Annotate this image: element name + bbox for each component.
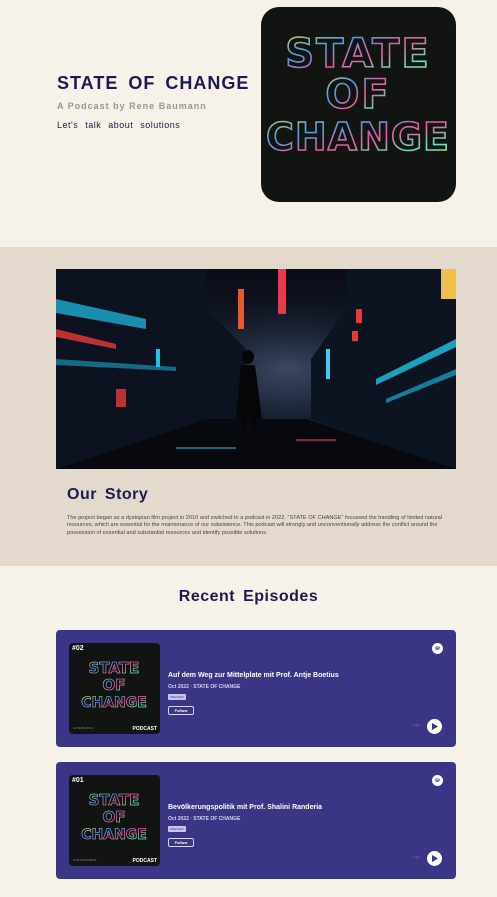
svg-text:CHANGE: CHANGE [81,695,147,711]
episode-meta: Oct 2022 · STATE OF CHANGE [168,816,241,822]
spotify-icon[interactable] [432,643,443,654]
play-icon[interactable] [427,851,442,866]
preview-badge: PREVIEW [168,694,186,700]
preview-badge: PREVIEW [168,826,186,832]
cover-word-3: CHANGE [266,115,450,159]
episode-art-logo: STATE OF CHANGE [81,659,147,712]
episode-title[interactable]: Auf dem Weg zur Mittelplate mit Prof. An… [168,672,339,679]
more-options-icon[interactable]: ··· [413,722,420,729]
episode-art-label: PODCAST [132,726,157,732]
episode-art-label: PODCAST [132,858,157,864]
svg-text:STATE: STATE [89,791,140,809]
cover-word-1: STATE [285,31,430,77]
podcast-cover-art: STATE OF CHANGE [261,7,456,202]
svg-text:OF: OF [103,676,126,694]
episode-art: #01 STATE OF CHANGE SHALINI RANDERIA POD… [69,775,160,866]
podcast-tagline: Let's talk about solutions [57,120,181,130]
follow-button[interactable]: Follow [168,706,194,715]
episode-card[interactable]: #01 STATE OF CHANGE SHALINI RANDERIA POD… [56,762,456,879]
episode-number: #01 [72,777,84,784]
episode-art-logo: STATE OF CHANGE [81,791,147,844]
episode-card[interactable]: #02 STATE OF CHANGE ANTJE BOETIUS PODCAS… [56,630,456,747]
episode-art: #02 STATE OF CHANGE ANTJE BOETIUS PODCAS… [69,643,160,734]
episode-art-caption: SHALINI RANDERIA [73,859,97,862]
story-heading: Our Story [67,486,149,503]
episode-number: #02 [72,645,84,652]
podcast-subtitle: A Podcast by Rene Baumann [57,101,207,111]
podcast-title: STATE OF CHANGE [57,73,250,93]
episode-art-caption: ANTJE BOETIUS [73,727,93,730]
svg-text:OF: OF [103,808,126,826]
recent-episodes-heading: Recent Episodes [178,588,319,605]
follow-button[interactable]: Follow [168,838,194,847]
story-city-image [56,269,456,469]
svg-text:STATE: STATE [89,659,140,677]
story-body: The project began as a dystopian film pr… [67,515,443,536]
play-icon[interactable] [427,719,442,734]
hero-section: STATE OF CHANGE A Podcast by Rene Bauman… [0,0,497,247]
cover-word-2: OF [325,72,390,118]
episode-meta: Oct 2022 · STATE OF CHANGE [168,684,241,690]
spotify-icon[interactable] [432,775,443,786]
cyberpunk-street-illustration [56,269,456,469]
story-section: Our Story The project began as a dystopi… [0,247,497,566]
svg-text:CHANGE: CHANGE [81,827,147,843]
episode-title[interactable]: Bevölkerungspolitik mit Prof. Shalini Ra… [168,804,322,811]
cover-logo-graphic: STATE OF CHANGE [265,30,450,160]
more-options-icon[interactable]: ··· [413,854,420,861]
